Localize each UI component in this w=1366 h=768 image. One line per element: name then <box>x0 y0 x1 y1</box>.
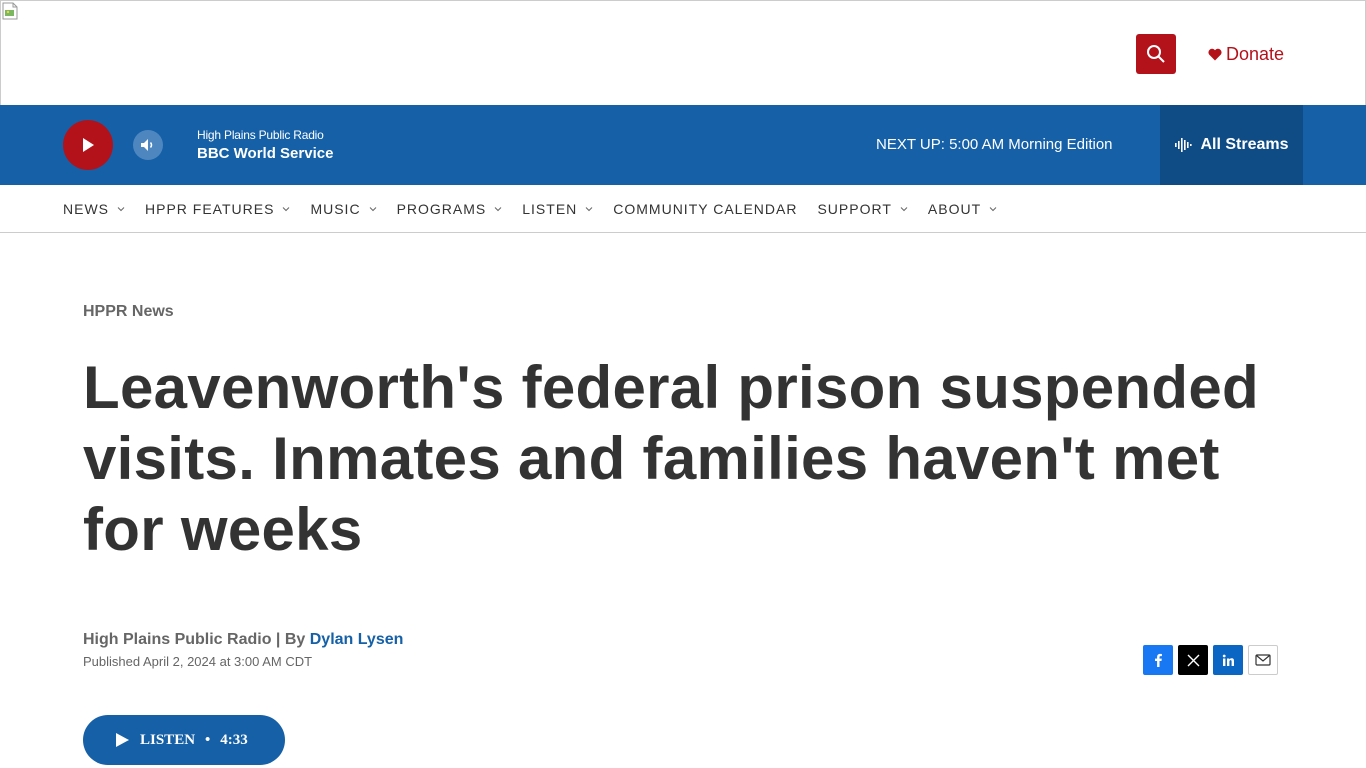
nav-list: NEWS HPPR FEATURES MUSIC PROGRAMS LISTEN COMM… <box>63 185 1017 232</box>
nav-item-music[interactable]: MUSIC <box>310 201 376 217</box>
play-button[interactable] <box>63 120 113 170</box>
linkedin-icon <box>1222 654 1234 666</box>
nav-item-label: COMMUNITY CALENDAR <box>613 200 798 217</box>
nav-item-support[interactable]: SUPPORT <box>817 200 908 217</box>
play-icon <box>83 138 94 152</box>
heart-icon <box>1208 48 1222 60</box>
byline-source: High Plains Public Radio | By <box>83 631 310 648</box>
nav-item-label: LISTEN <box>522 200 578 217</box>
volume-button[interactable] <box>133 130 163 160</box>
donate-link[interactable]: Donate <box>1208 43 1284 65</box>
byline: High Plains Public Radio | By Dylan Lyse… <box>83 631 403 649</box>
nav-item-label: ABOUT <box>927 200 982 217</box>
all-streams-button[interactable]: All Streams <box>1160 105 1303 185</box>
nav-item-programs[interactable]: PROGRAMS <box>397 201 503 217</box>
nav-item-news[interactable]: NEWS <box>63 201 125 217</box>
nav-item-about[interactable]: ABOUT <box>928 201 997 217</box>
play-icon <box>116 733 129 747</box>
listen-separator: • <box>205 731 211 748</box>
program-name: BBC World Service <box>197 145 334 162</box>
nav-item-label: NEWS <box>63 200 109 217</box>
volume-icon <box>141 139 153 151</box>
chevron-down-icon <box>369 206 376 211</box>
listen-audio-button[interactable]: LISTEN • 4:33 <box>83 715 285 765</box>
published-date: Published April 2, 2024 at 3:00 AM CDT <box>83 654 313 669</box>
author-link[interactable]: Dylan Lysen <box>310 631 404 648</box>
nav-item-community-calendar[interactable]: COMMUNITY CALENDAR <box>613 201 797 217</box>
email-icon <box>1255 654 1271 666</box>
share-buttons <box>1143 645 1278 675</box>
live-player-bar: High Plains Public Radio BBC World Servi… <box>0 105 1366 185</box>
logo-image[interactable] <box>2 2 20 20</box>
chevron-down-icon <box>989 206 997 211</box>
nav-item-label: PROGRAMS <box>396 200 487 217</box>
nav-item-hppr-features[interactable]: HPPR FEATURES <box>145 201 290 217</box>
nav-item-label: MUSIC <box>310 200 361 217</box>
share-linkedin-button[interactable] <box>1213 645 1243 675</box>
chevron-down-icon <box>117 206 125 211</box>
listen-label: LISTEN <box>140 731 196 748</box>
chevron-down-icon <box>585 206 593 211</box>
article-headline: Leavenworth's federal prison suspended v… <box>83 354 1259 563</box>
search-icon <box>1147 45 1165 63</box>
donate-label: Donate <box>1226 43 1285 64</box>
next-up-text: NEXT UP: 5:00 AM Morning Edition <box>876 136 1113 153</box>
facebook-icon <box>1155 653 1162 667</box>
all-streams-label: All Streams <box>1200 136 1289 153</box>
site-header: Donate <box>0 0 1366 105</box>
search-button[interactable] <box>1136 34 1176 74</box>
share-email-button[interactable] <box>1248 645 1278 675</box>
nav-item-label: HPPR FEATURES <box>145 200 275 217</box>
share-facebook-button[interactable] <box>1143 645 1173 675</box>
nav-item-label: SUPPORT <box>817 200 892 217</box>
listen-duration: 4:33 <box>220 731 248 748</box>
share-x-button[interactable] <box>1178 645 1208 675</box>
nav-item-listen[interactable]: LISTEN <box>522 201 593 217</box>
chevron-down-icon <box>900 206 908 211</box>
main-nav: NEWS HPPR FEATURES MUSIC PROGRAMS LISTEN COMM… <box>0 185 1366 233</box>
station-name: High Plains Public Radio <box>197 128 324 142</box>
article-category[interactable]: HPPR News <box>83 303 174 321</box>
audio-waveform-icon <box>1175 138 1193 152</box>
now-playing: High Plains Public Radio BBC World Servi… <box>197 128 333 162</box>
x-twitter-icon <box>1187 654 1199 666</box>
chevron-down-icon <box>283 206 290 211</box>
chevron-down-icon <box>494 206 502 211</box>
